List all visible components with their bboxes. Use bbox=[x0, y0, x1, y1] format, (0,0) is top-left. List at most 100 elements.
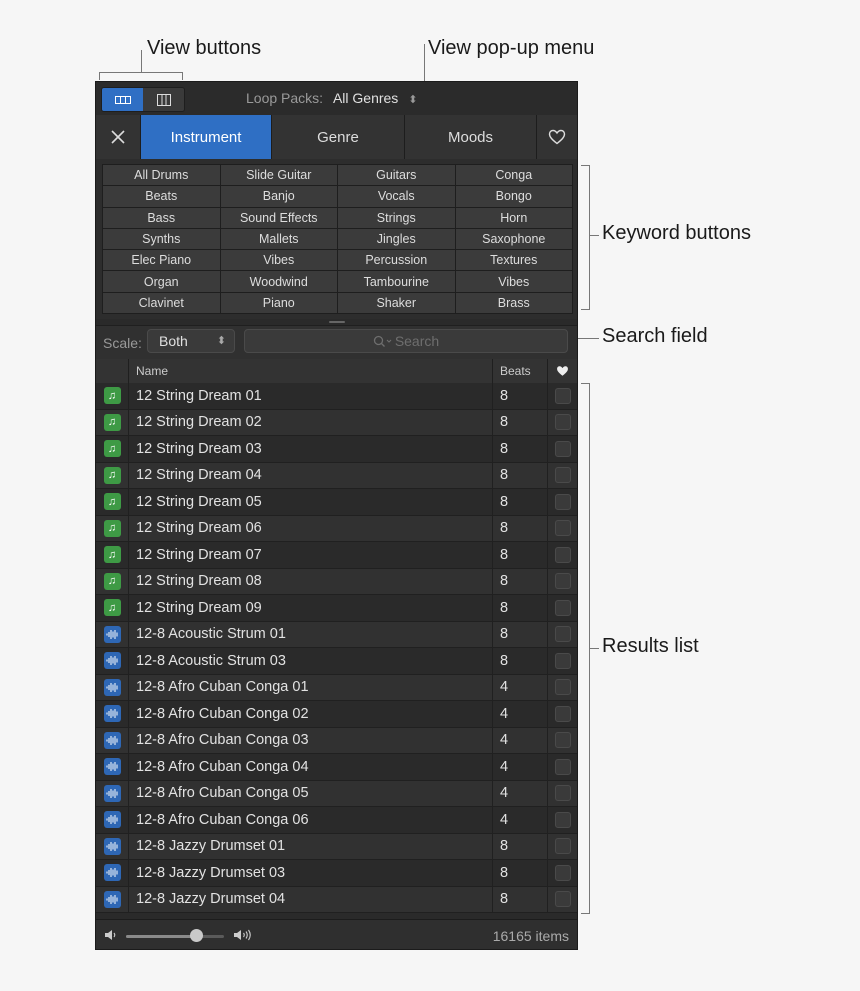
keyword-button[interactable]: Textures bbox=[455, 250, 572, 271]
header-type-column[interactable] bbox=[96, 359, 129, 383]
favorite-checkbox[interactable] bbox=[554, 493, 571, 510]
favorite-checkbox[interactable] bbox=[554, 573, 571, 590]
table-row[interactable]: 12-8 Acoustic Strum 01 8 bbox=[96, 621, 577, 648]
results-header: Name Beats bbox=[96, 359, 577, 384]
keyword-button[interactable]: Tambourine bbox=[338, 271, 455, 292]
favorite-checkbox[interactable] bbox=[554, 758, 571, 775]
keyword-button[interactable]: Beats bbox=[103, 186, 220, 207]
favorite-checkbox[interactable] bbox=[554, 891, 571, 908]
table-row[interactable]: 12-8 Jazzy Drumset 04 8 bbox=[96, 886, 577, 913]
keyword-button[interactable]: Sound Effects bbox=[220, 207, 337, 228]
keyword-button[interactable]: Strings bbox=[338, 207, 455, 228]
keyword-button[interactable]: Horn bbox=[455, 207, 572, 228]
table-row[interactable]: ♫ 12 String Dream 04 8 bbox=[96, 462, 577, 489]
tab-genre[interactable]: Genre bbox=[272, 115, 405, 159]
keyword-button[interactable]: Woodwind bbox=[220, 271, 337, 292]
table-row[interactable]: 12-8 Afro Cuban Conga 01 4 bbox=[96, 674, 577, 701]
table-row[interactable]: 12-8 Jazzy Drumset 03 8 bbox=[96, 860, 577, 887]
keyword-button[interactable]: Mallets bbox=[220, 228, 337, 250]
keyword-button[interactable]: Percussion bbox=[338, 250, 455, 271]
volume-slider-knob[interactable] bbox=[190, 929, 204, 942]
table-row[interactable]: ♫ 12 String Dream 06 8 bbox=[96, 515, 577, 542]
scale-select[interactable]: Both ⬍ bbox=[147, 329, 235, 353]
keyword-button[interactable]: Vocals bbox=[338, 186, 455, 207]
favorite-checkbox[interactable] bbox=[554, 732, 571, 749]
keyword-button[interactable]: All Drums bbox=[103, 165, 220, 186]
header-beats-column[interactable]: Beats bbox=[493, 359, 548, 383]
table-row[interactable]: ♫ 12 String Dream 03 8 bbox=[96, 436, 577, 463]
tab-instrument[interactable]: Instrument bbox=[141, 115, 272, 159]
table-row[interactable]: ♫ 12 String Dream 07 8 bbox=[96, 542, 577, 569]
keyword-button[interactable]: Synths bbox=[103, 228, 220, 250]
favorite-checkbox[interactable] bbox=[554, 520, 571, 537]
favorite-checkbox[interactable] bbox=[554, 599, 571, 616]
table-row[interactable]: ♫ 12 String Dream 08 8 bbox=[96, 568, 577, 595]
keyword-button[interactable]: Guitars bbox=[338, 165, 455, 186]
row-name: 12 String Dream 09 bbox=[129, 595, 493, 621]
favorite-checkbox[interactable] bbox=[554, 864, 571, 881]
search-field[interactable]: Search bbox=[244, 329, 568, 353]
table-row[interactable]: ♫ 12 String Dream 09 8 bbox=[96, 595, 577, 622]
row-favorite-cell bbox=[548, 834, 577, 860]
keyword-button[interactable]: Banjo bbox=[220, 186, 337, 207]
keyword-button[interactable]: Piano bbox=[220, 292, 337, 313]
row-name: 12-8 Afro Cuban Conga 05 bbox=[129, 780, 493, 806]
row-favorite-cell bbox=[548, 569, 577, 595]
keyword-button[interactable]: Conga bbox=[455, 165, 572, 186]
table-row[interactable]: ♫ 12 String Dream 05 8 bbox=[96, 489, 577, 516]
column-view-button[interactable] bbox=[143, 88, 184, 111]
keyword-button[interactable]: Jingles bbox=[338, 228, 455, 250]
table-row[interactable]: 12-8 Afro Cuban Conga 05 4 bbox=[96, 780, 577, 807]
tab-moods[interactable]: Moods bbox=[405, 115, 537, 159]
view-buttons-leader bbox=[141, 50, 142, 72]
table-row[interactable]: ♫ 12 String Dream 01 8 bbox=[96, 383, 577, 410]
favorite-checkbox[interactable] bbox=[554, 811, 571, 828]
keyword-button[interactable]: Bass bbox=[103, 207, 220, 228]
favorite-checkbox[interactable] bbox=[554, 387, 571, 404]
table-row[interactable]: 12-8 Afro Cuban Conga 04 4 bbox=[96, 754, 577, 781]
row-type-cell: ♫ bbox=[96, 595, 129, 621]
keyword-button[interactable]: Brass bbox=[455, 292, 572, 313]
favorite-checkbox[interactable] bbox=[554, 705, 571, 722]
favorite-checkbox[interactable] bbox=[554, 626, 571, 643]
table-row[interactable]: 12-8 Afro Cuban Conga 06 4 bbox=[96, 807, 577, 834]
view-popup-menu[interactable]: Loop Packs: All Genres ⬍ bbox=[246, 90, 417, 106]
favorite-checkbox[interactable] bbox=[554, 414, 571, 431]
row-type-cell bbox=[96, 780, 129, 806]
table-row[interactable]: 12-8 Afro Cuban Conga 03 4 bbox=[96, 727, 577, 754]
favorite-checkbox[interactable] bbox=[554, 838, 571, 855]
waveform-icon bbox=[103, 811, 121, 829]
table-row[interactable]: 12-8 Jazzy Drumset 01 8 bbox=[96, 833, 577, 860]
volume-slider[interactable] bbox=[126, 935, 224, 938]
keyword-buttons-callout: Keyword buttons bbox=[602, 222, 751, 244]
table-row[interactable]: ♫ 12 String Dream 02 8 bbox=[96, 409, 577, 436]
keyword-button[interactable]: Vibes bbox=[455, 271, 572, 292]
keyword-button[interactable]: Slide Guitar bbox=[220, 165, 337, 186]
results-list[interactable]: ♫ 12 String Dream 01 8 ♫ 12 String Dream 02 8… bbox=[96, 383, 577, 918]
keyword-button[interactable]: Shaker bbox=[338, 292, 455, 313]
keyword-button[interactable]: Clavinet bbox=[103, 292, 220, 313]
header-name-column[interactable]: Name bbox=[129, 359, 493, 383]
favorite-checkbox[interactable] bbox=[554, 652, 571, 669]
row-name: 12-8 Acoustic Strum 03 bbox=[129, 648, 493, 674]
waveform-icon bbox=[103, 758, 121, 776]
button-view-button[interactable] bbox=[102, 88, 143, 111]
volume-low-icon bbox=[105, 930, 116, 940]
favorite-checkbox[interactable] bbox=[554, 785, 571, 802]
keyword-button[interactable]: Saxophone bbox=[455, 228, 572, 250]
favorite-checkbox[interactable] bbox=[554, 440, 571, 457]
keyword-button[interactable]: Organ bbox=[103, 271, 220, 292]
keyword-button[interactable]: Bongo bbox=[455, 186, 572, 207]
favorite-checkbox[interactable] bbox=[554, 467, 571, 484]
header-favorite-column[interactable] bbox=[548, 359, 577, 383]
favorite-checkbox[interactable] bbox=[554, 546, 571, 563]
row-favorite-cell bbox=[548, 887, 577, 913]
table-row[interactable]: 12-8 Afro Cuban Conga 02 4 bbox=[96, 701, 577, 728]
favorites-tab[interactable] bbox=[537, 115, 577, 159]
favorite-checkbox[interactable] bbox=[554, 679, 571, 696]
keyword-button[interactable]: Vibes bbox=[220, 250, 337, 271]
reset-button[interactable] bbox=[96, 115, 141, 159]
resize-handle[interactable] bbox=[329, 321, 345, 323]
keyword-button[interactable]: Elec Piano bbox=[103, 250, 220, 271]
table-row[interactable]: 12-8 Acoustic Strum 03 8 bbox=[96, 648, 577, 675]
